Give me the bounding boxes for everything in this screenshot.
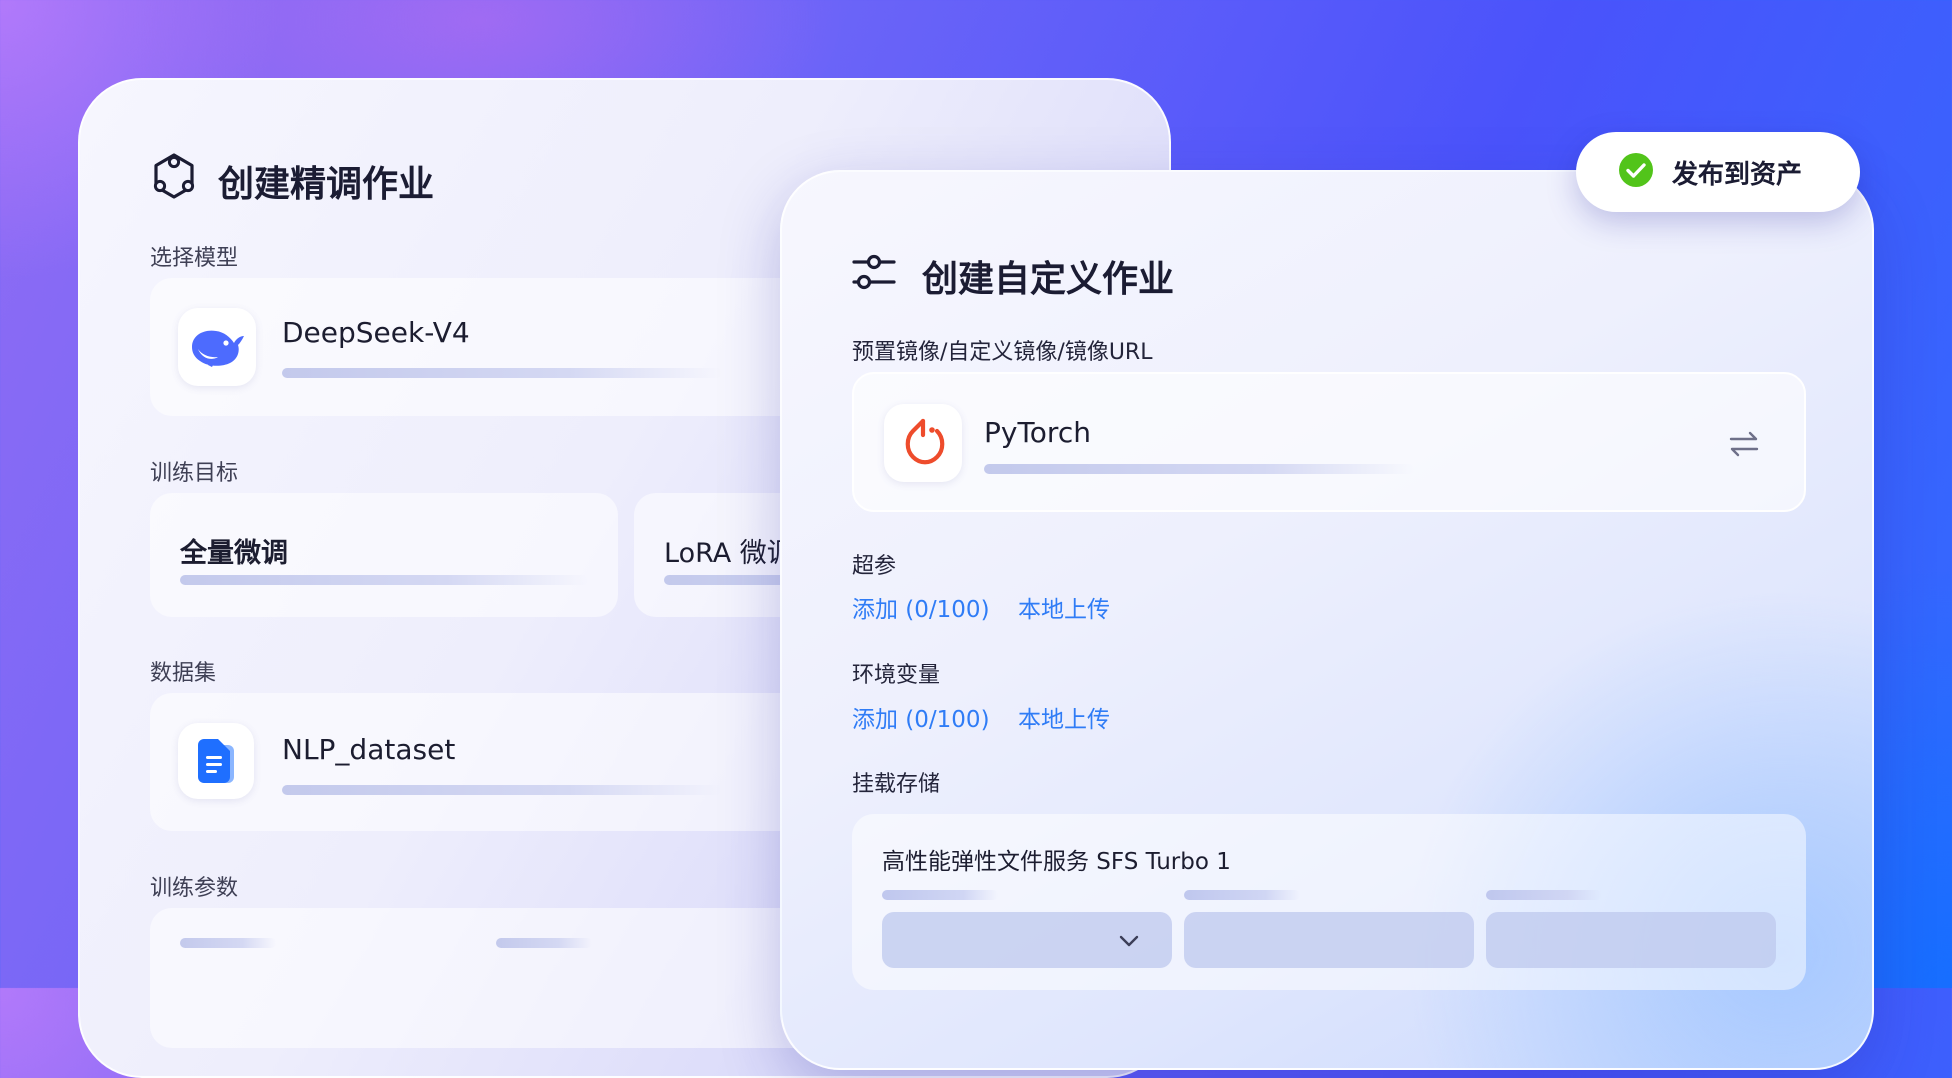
storage-panel: 高性能弹性文件服务 SFS Turbo 1 bbox=[852, 814, 1806, 990]
storage-title: 高性能弹性文件服务 SFS Turbo 1 bbox=[882, 849, 1231, 875]
custom-job-card: 创建自定义作业 预置镜像/自定义镜像/镜像URL PyTorch 超参 添加 (… bbox=[780, 170, 1874, 1070]
storage-input-field-2[interactable] bbox=[1184, 912, 1474, 968]
dataset-section-label: 数据集 bbox=[150, 661, 217, 686]
image-section-label: 预置镜像/自定义镜像/镜像URL bbox=[852, 340, 1153, 365]
chevron-down-icon bbox=[1118, 930, 1140, 952]
storage-field-1-label-placeholder bbox=[882, 890, 998, 900]
hyperparams-upload-link[interactable]: 本地上传 bbox=[1018, 590, 1110, 624]
target-option-full[interactable]: 全量微调 bbox=[150, 493, 618, 617]
image-description-placeholder bbox=[984, 464, 1414, 474]
storage-section-label: 挂载存储 bbox=[852, 772, 941, 797]
target-option-full-description bbox=[180, 575, 590, 585]
publish-to-assets-label: 发布到资产 bbox=[1672, 159, 1803, 190]
storage-select-field[interactable] bbox=[882, 912, 1172, 968]
pytorch-icon bbox=[884, 404, 962, 482]
image-selector[interactable]: PyTorch bbox=[852, 372, 1806, 512]
storage-input-field-3[interactable] bbox=[1486, 912, 1776, 968]
param-placeholder-1 bbox=[180, 938, 276, 948]
target-section-label: 训练目标 bbox=[150, 461, 239, 486]
target-option-lora-label: LoRA 微调 bbox=[664, 538, 794, 569]
env-upload-link[interactable]: 本地上传 bbox=[1018, 700, 1110, 734]
dataset-name: NLP_dataset bbox=[282, 733, 456, 766]
hyperparams-section-label: 超参 bbox=[852, 554, 897, 579]
param-placeholder-2 bbox=[496, 938, 592, 948]
publish-to-assets-button[interactable]: 发布到资产 bbox=[1576, 132, 1860, 212]
storage-field-2-label-placeholder bbox=[1184, 890, 1300, 900]
dataset-description-placeholder bbox=[282, 785, 722, 795]
hexagon-network-icon bbox=[150, 152, 198, 200]
swap-arrows-icon[interactable] bbox=[1728, 428, 1760, 460]
sliders-icon bbox=[852, 250, 896, 294]
env-section-label: 环境变量 bbox=[852, 663, 941, 688]
target-option-full-label: 全量微调 bbox=[180, 538, 288, 569]
model-description-placeholder bbox=[282, 368, 722, 378]
document-icon bbox=[178, 723, 254, 799]
deepseek-whale-icon bbox=[178, 308, 256, 386]
params-section-label: 训练参数 bbox=[150, 876, 239, 901]
custom-job-title: 创建自定义作业 bbox=[922, 259, 1175, 300]
hyperparams-add-link[interactable]: 添加 (0/100) bbox=[852, 590, 990, 624]
check-circle-icon bbox=[1618, 152, 1654, 192]
fine-tune-title: 创建精调作业 bbox=[218, 164, 435, 205]
model-section-label: 选择模型 bbox=[150, 246, 239, 271]
image-name: PyTorch bbox=[984, 416, 1091, 449]
storage-field-3-label-placeholder bbox=[1486, 890, 1602, 900]
env-add-link[interactable]: 添加 (0/100) bbox=[852, 700, 990, 734]
model-name: DeepSeek-V4 bbox=[282, 316, 470, 349]
